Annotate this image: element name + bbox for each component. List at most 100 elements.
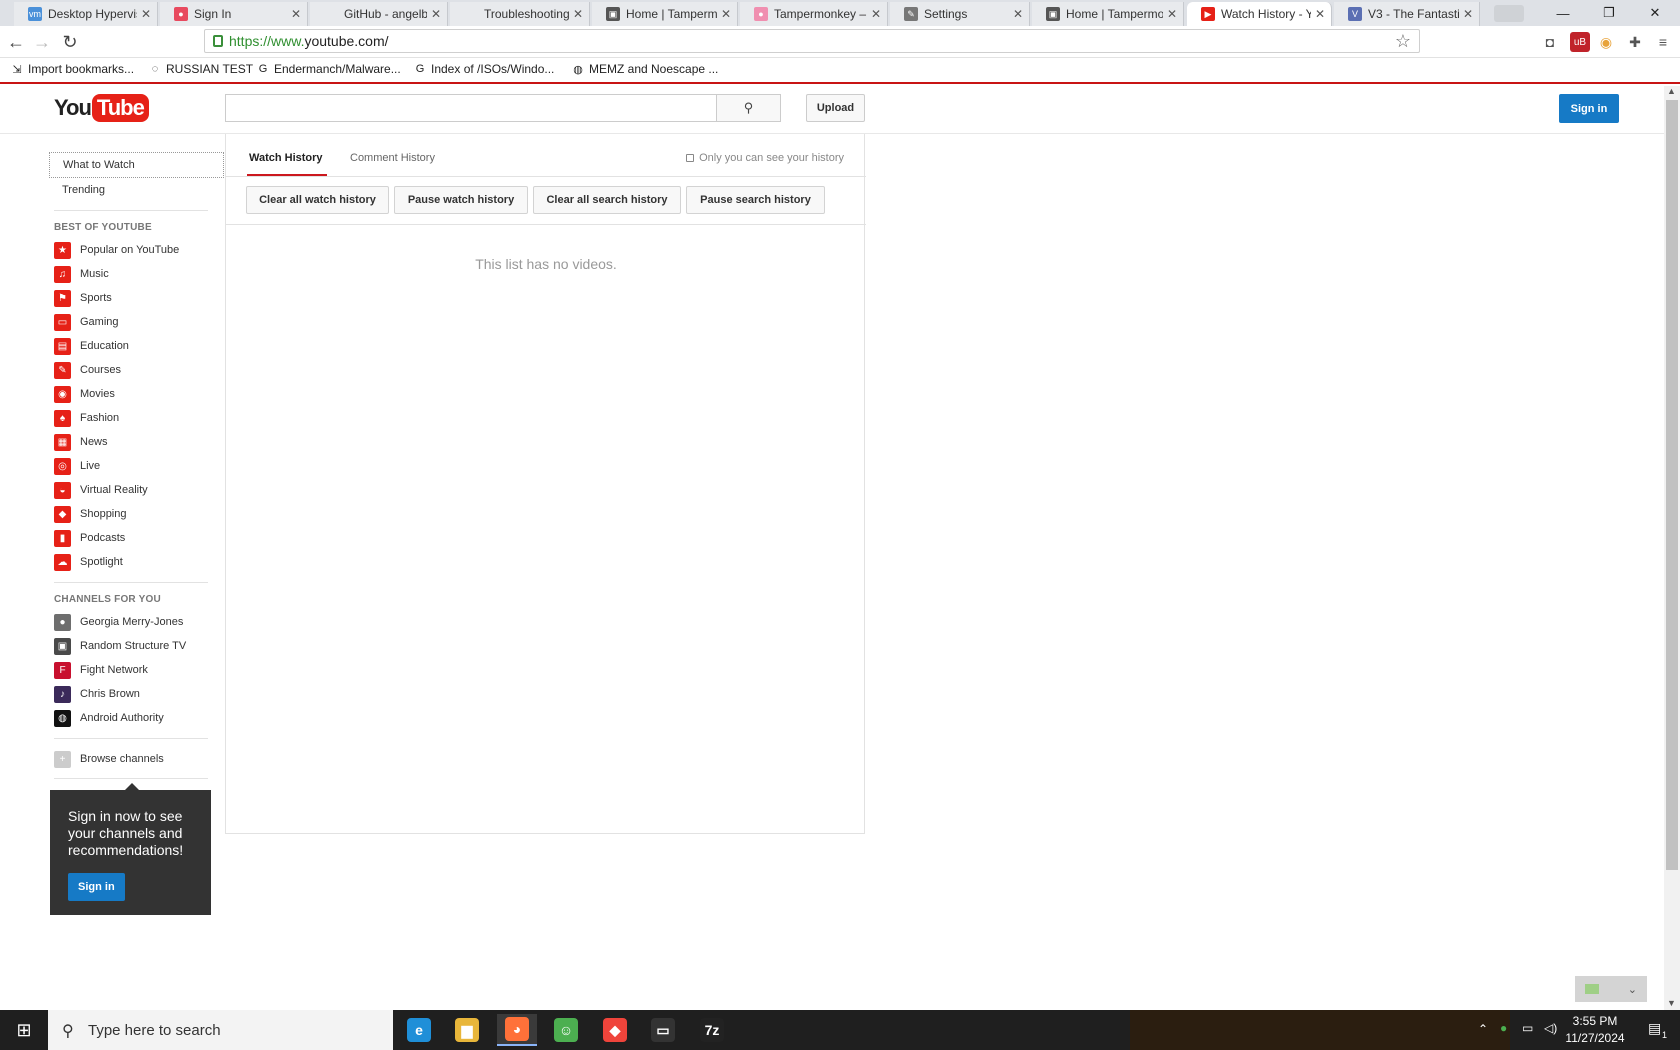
taskbar-app-people[interactable]: ☺ <box>546 1014 586 1046</box>
tab-favicon-icon: V <box>1348 7 1362 21</box>
bookmark-item[interactable]: ◍ MEMZ and Noescape ... <box>571 62 718 76</box>
bookmark-item[interactable]: ⇲ Import bookmarks... <box>10 62 134 76</box>
browser-tab[interactable]: ● Sign In ✕ <box>160 2 308 26</box>
page-scrollbar[interactable]: ▲ ▼ <box>1664 86 1680 1010</box>
guide-item[interactable]: ▣ Random Structure TV <box>54 634 230 658</box>
taskbar-app-7zip[interactable]: 7z <box>692 1014 732 1046</box>
promo-sign-in-button[interactable]: Sign in <box>68 873 125 901</box>
tampermonkey-icon[interactable]: ◉ <box>1596 32 1616 52</box>
pause-search-history-button[interactable]: Pause search history <box>686 186 825 214</box>
guide-item[interactable]: ✎ Courses <box>54 358 230 382</box>
bookmark-icon: G <box>415 63 425 75</box>
taskbar-app-firefox[interactable]: ◕ <box>497 1014 537 1046</box>
clock[interactable]: 3:55 PM 11/27/2024 <box>1560 1013 1630 1047</box>
tab-close-icon[interactable]: ✕ <box>1167 7 1177 21</box>
tab-favicon-icon: ✎ <box>904 7 918 21</box>
browser-tab[interactable]: ▣ Home | Tampermo ✕ <box>1032 2 1184 26</box>
forward-button[interactable]: → <box>30 30 54 54</box>
guide-item-label: Movies <box>80 388 115 400</box>
maximize-button[interactable]: ❐ <box>1586 0 1632 26</box>
clear-watch-history-button[interactable]: Clear all watch history <box>246 186 389 214</box>
close-window-button[interactable]: ✕ <box>1632 0 1678 26</box>
clear-search-history-button[interactable]: Clear all search history <box>533 186 681 214</box>
guide-item[interactable]: ◆ Shopping <box>54 502 230 526</box>
guide-item[interactable]: ▮ Podcasts <box>54 526 230 550</box>
address-bar[interactable]: https://www. youtube.com/ ☆ <box>204 29 1420 53</box>
guide-item[interactable]: ◎ Live <box>54 454 230 478</box>
tab-close-icon[interactable]: ✕ <box>721 7 731 21</box>
guide-item[interactable]: ▤ Education <box>54 334 230 358</box>
tab-close-icon[interactable]: ✕ <box>1013 7 1023 21</box>
search-button[interactable]: ⚲ <box>716 94 781 122</box>
guide-item[interactable]: ♪ Chris Brown <box>54 682 230 706</box>
scroll-up-icon[interactable]: ▲ <box>1667 86 1676 96</box>
tab-close-icon[interactable]: ✕ <box>1463 7 1473 21</box>
browser-tab[interactable]: vm Desktop Hypervis ✕ <box>14 2 158 26</box>
tab-close-icon[interactable]: ✕ <box>431 7 441 21</box>
browser-tab[interactable]: Troubleshooting Info ✕ <box>450 2 590 26</box>
new-tab-button[interactable] <box>1494 5 1524 22</box>
youtube-logo[interactable]: You Tube <box>54 94 149 122</box>
volume-icon[interactable]: ◁) <box>1544 1021 1557 1035</box>
chevron-down-icon[interactable]: ⌄ <box>1628 983 1637 996</box>
extensions-icon[interactable]: ✚ <box>1625 32 1645 52</box>
search-input[interactable] <box>225 94 716 122</box>
floating-widget[interactable]: ⌄ <box>1575 976 1647 1002</box>
browser-tab[interactable]: ▶ Watch History - Yo ✕ <box>1187 2 1332 26</box>
taskbar-search-box[interactable]: ⚲ Type here to search <box>48 1010 393 1050</box>
bookmark-item[interactable]: ◌ RUSSIAN TEST <box>148 62 253 76</box>
network-icon[interactable]: ▭ <box>1522 1021 1533 1035</box>
guide-item[interactable]: ⚑ Sports <box>54 286 230 310</box>
taskbar-app-edge[interactable]: e <box>399 1014 439 1046</box>
scroll-down-icon[interactable]: ▼ <box>1667 998 1676 1008</box>
ublock-icon[interactable]: uB <box>1570 32 1590 52</box>
reload-button[interactable]: ↻ <box>58 30 82 54</box>
tab-close-icon[interactable]: ✕ <box>1315 7 1325 21</box>
scrollbar-thumb[interactable] <box>1666 100 1678 870</box>
guide-item-what-to-watch[interactable]: What to Watch <box>49 152 224 178</box>
back-button[interactable]: ← <box>4 30 28 54</box>
tab-close-icon[interactable]: ✕ <box>573 7 583 21</box>
tab-comment-history[interactable]: Comment History <box>350 152 435 164</box>
guide-item[interactable]: ◍ Android Authority <box>54 706 230 730</box>
start-button[interactable]: ⊞ <box>0 1010 48 1050</box>
guide-item[interactable]: ▭ Gaming <box>54 310 230 334</box>
browser-tab[interactable]: V V3 - The Fantastic ✕ <box>1334 2 1480 26</box>
guide-item-trending[interactable]: Trending <box>49 178 225 202</box>
guide-item[interactable]: ♫ Music <box>54 262 230 286</box>
pause-watch-history-button[interactable]: Pause watch history <box>394 186 528 214</box>
bookmark-star-icon[interactable]: ☆ <box>1395 31 1411 52</box>
taskbar-app-anydesk[interactable]: ◆ <box>595 1014 635 1046</box>
minimize-button[interactable]: — <box>1540 0 1586 26</box>
bookmark-item[interactable]: G Endermanch/Malware... <box>256 62 401 76</box>
browser-tab[interactable]: ● Tampermonkey – ✕ <box>740 2 888 26</box>
guide-item[interactable]: ◒ Virtual Reality <box>54 478 230 502</box>
guide-item[interactable]: F Fight Network <box>54 658 230 682</box>
tab-close-icon[interactable]: ✕ <box>141 7 151 21</box>
menu-icon[interactable]: ≡ <box>1653 32 1673 52</box>
pocket-icon[interactable]: ◘ <box>1540 32 1560 52</box>
taskbar-app-terminal[interactable]: ▭ <box>643 1014 683 1046</box>
browser-tab[interactable]: ✎ Settings ✕ <box>890 2 1030 26</box>
tab-close-icon[interactable]: ✕ <box>291 7 301 21</box>
browser-tab[interactable]: GitHub - angelbru ✕ <box>310 2 448 26</box>
guide-item[interactable]: ☁ Spotlight <box>54 550 230 574</box>
people-icon: ☺ <box>554 1018 578 1042</box>
guide-item[interactable]: ▦ News <box>54 430 230 454</box>
chevron-up-icon[interactable]: ⌃ <box>1478 1022 1488 1036</box>
tab-watch-history[interactable]: Watch History <box>249 152 323 164</box>
bookmark-label: MEMZ and Noescape ... <box>589 62 719 76</box>
bookmark-item[interactable]: G Index of /ISOs/Windo... <box>413 62 555 76</box>
upload-button[interactable]: Upload <box>806 94 865 122</box>
guide-item[interactable]: ● Georgia Merry-Jones <box>54 610 230 634</box>
guide-item[interactable]: ♠ Fashion <box>54 406 230 430</box>
browse-channels-link[interactable]: + Browse channels <box>54 747 230 771</box>
sign-in-button[interactable]: Sign in <box>1559 94 1619 123</box>
guide-item[interactable]: ★ Popular on YouTube <box>54 238 230 262</box>
tab-close-icon[interactable]: ✕ <box>871 7 881 21</box>
guide-item[interactable]: ◉ Movies <box>54 382 230 406</box>
notifications-icon[interactable]: ▤ <box>1648 1020 1661 1037</box>
browser-tab[interactable]: ▣ Home | Tampermo ✕ <box>592 2 738 26</box>
user-icon[interactable]: ● <box>1500 1021 1507 1035</box>
taskbar-app-explorer[interactable]: ▆ <box>447 1014 487 1046</box>
